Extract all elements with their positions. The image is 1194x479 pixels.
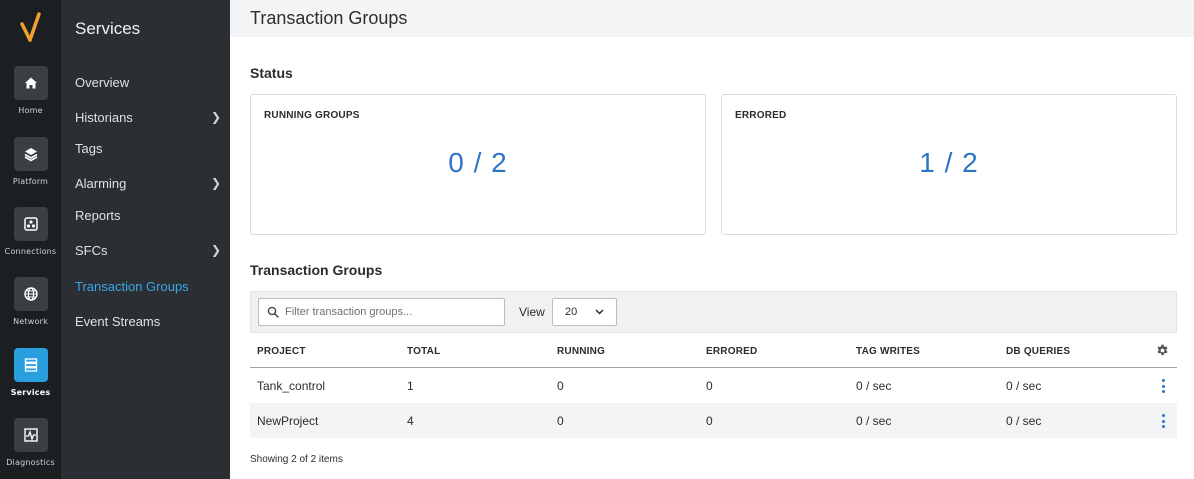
pulse-icon bbox=[13, 418, 48, 452]
cell-running: 0 bbox=[557, 379, 564, 393]
cell-db-queries: 0 / sec bbox=[1006, 414, 1042, 428]
gear-icon[interactable] bbox=[1156, 344, 1169, 357]
services-icon bbox=[13, 348, 48, 382]
page-size-value: 20 bbox=[565, 306, 578, 318]
chevron-right-icon: ❯ bbox=[210, 176, 221, 190]
rail-label: Platform bbox=[12, 177, 49, 186]
table-header: PROJECT TOTAL RUNNING ERRORED TAG WRITES… bbox=[250, 335, 1177, 368]
cell-running: 0 bbox=[557, 414, 564, 428]
subnav-title: Services bbox=[75, 19, 141, 38]
subnav-item-label: Historians bbox=[75, 109, 133, 125]
cell-total: 1 bbox=[407, 379, 414, 393]
cell-project: NewProject bbox=[257, 414, 319, 428]
groups-section-title: Transaction Groups bbox=[250, 262, 383, 278]
errored-card: ERRORED 1 / 2 bbox=[721, 94, 1177, 235]
table-row[interactable]: NewProject 4 0 0 0 / sec 0 / sec bbox=[250, 403, 1177, 438]
subnav-item-label: Alarming bbox=[75, 175, 127, 191]
icon-rail: Home Platform Connections Network Servic… bbox=[0, 0, 61, 479]
view-label: View bbox=[519, 305, 545, 319]
cell-tag-writes: 0 / sec bbox=[856, 414, 892, 428]
rail-label: Connections bbox=[4, 247, 57, 256]
status-section-title: Status bbox=[250, 65, 293, 81]
subnav-item-label: Reports bbox=[75, 207, 121, 223]
search-box[interactable] bbox=[258, 298, 505, 326]
row-menu-icon[interactable] bbox=[1160, 414, 1166, 428]
page-size-select[interactable]: 20 bbox=[552, 298, 617, 326]
rail-label: Diagnostics bbox=[6, 458, 55, 467]
column-header-running[interactable]: RUNNING bbox=[557, 346, 605, 357]
search-icon bbox=[267, 306, 279, 318]
card-label: RUNNING GROUPS bbox=[264, 110, 360, 121]
app-logo[interactable] bbox=[0, 0, 61, 56]
subnav-item-historians[interactable]: Historians ❯ bbox=[75, 106, 221, 128]
chevron-right-icon: ❯ bbox=[210, 243, 221, 257]
main-content: Transaction Groups Status RUNNING GROUPS… bbox=[230, 0, 1194, 479]
rail-item-home[interactable]: Home bbox=[0, 66, 61, 136]
cell-errored: 0 bbox=[706, 414, 713, 428]
column-header-tag-writes[interactable]: TAG WRITES bbox=[856, 346, 920, 357]
column-header-errored[interactable]: ERRORED bbox=[706, 346, 757, 357]
subnav-item-event-streams[interactable]: Event Streams bbox=[75, 310, 221, 332]
cell-errored: 0 bbox=[706, 379, 713, 393]
globe-icon bbox=[13, 277, 48, 311]
transaction-groups-table: PROJECT TOTAL RUNNING ERRORED TAG WRITES… bbox=[250, 335, 1177, 438]
chevron-right-icon: ❯ bbox=[210, 110, 221, 124]
rail-label: Network bbox=[13, 317, 48, 326]
card-label: ERRORED bbox=[735, 110, 787, 121]
subnav-item-tags[interactable]: Tags bbox=[75, 137, 221, 159]
chevron-down-icon bbox=[595, 309, 604, 315]
card-value: 0 / 2 bbox=[448, 147, 508, 178]
page-header: Transaction Groups bbox=[230, 0, 1194, 37]
cell-tag-writes: 0 / sec bbox=[856, 379, 892, 393]
pagination-summary: Showing 2 of 2 items bbox=[250, 454, 343, 465]
column-header-db-queries[interactable]: DB QUERIES bbox=[1006, 346, 1070, 357]
cell-total: 4 bbox=[407, 414, 414, 428]
column-header-project[interactable]: PROJECT bbox=[257, 346, 306, 357]
running-groups-card: RUNNING GROUPS 0 / 2 bbox=[250, 94, 706, 235]
row-menu-icon[interactable] bbox=[1160, 379, 1166, 393]
rail-item-platform[interactable]: Platform bbox=[0, 137, 61, 207]
table-row[interactable]: Tank_control 1 0 0 0 / sec 0 / sec bbox=[250, 368, 1177, 403]
rail-item-diagnostics[interactable]: Diagnostics bbox=[0, 418, 61, 479]
subnav-item-reports[interactable]: Reports bbox=[75, 204, 221, 226]
home-icon bbox=[13, 66, 48, 100]
subnav-item-label: Transaction Groups bbox=[75, 278, 189, 294]
rail-item-services[interactable]: Services bbox=[0, 348, 61, 418]
connections-icon bbox=[13, 207, 48, 241]
subnav-item-label: Event Streams bbox=[75, 313, 161, 329]
search-input[interactable] bbox=[285, 306, 485, 318]
column-header-total[interactable]: TOTAL bbox=[407, 346, 440, 357]
rail-label: Home bbox=[18, 106, 43, 115]
subnav-item-label: Overview bbox=[75, 74, 130, 90]
cell-project: Tank_control bbox=[257, 379, 326, 393]
subnav-item-sfcs[interactable]: SFCs ❯ bbox=[75, 239, 221, 261]
logo-icon bbox=[19, 12, 41, 42]
subnav-item-label: SFCs bbox=[75, 242, 108, 258]
subnav-item-overview[interactable]: Overview bbox=[75, 71, 221, 93]
services-subnav: Services Overview Historians ❯ Tags Alar… bbox=[61, 0, 230, 479]
subnav-item-label: Tags bbox=[75, 140, 103, 156]
table-toolbar: View 20 bbox=[250, 291, 1177, 333]
subnav-item-alarming[interactable]: Alarming ❯ bbox=[75, 172, 221, 194]
card-value: 1 / 2 bbox=[919, 147, 979, 178]
subnav-item-transaction-groups[interactable]: Transaction Groups bbox=[75, 275, 221, 297]
cell-db-queries: 0 / sec bbox=[1006, 379, 1042, 393]
rail-item-connections[interactable]: Connections bbox=[0, 207, 61, 277]
rail-label: Services bbox=[10, 388, 51, 397]
page-title: Transaction Groups bbox=[250, 8, 408, 28]
layers-icon bbox=[13, 137, 48, 171]
rail-item-network[interactable]: Network bbox=[0, 277, 61, 347]
